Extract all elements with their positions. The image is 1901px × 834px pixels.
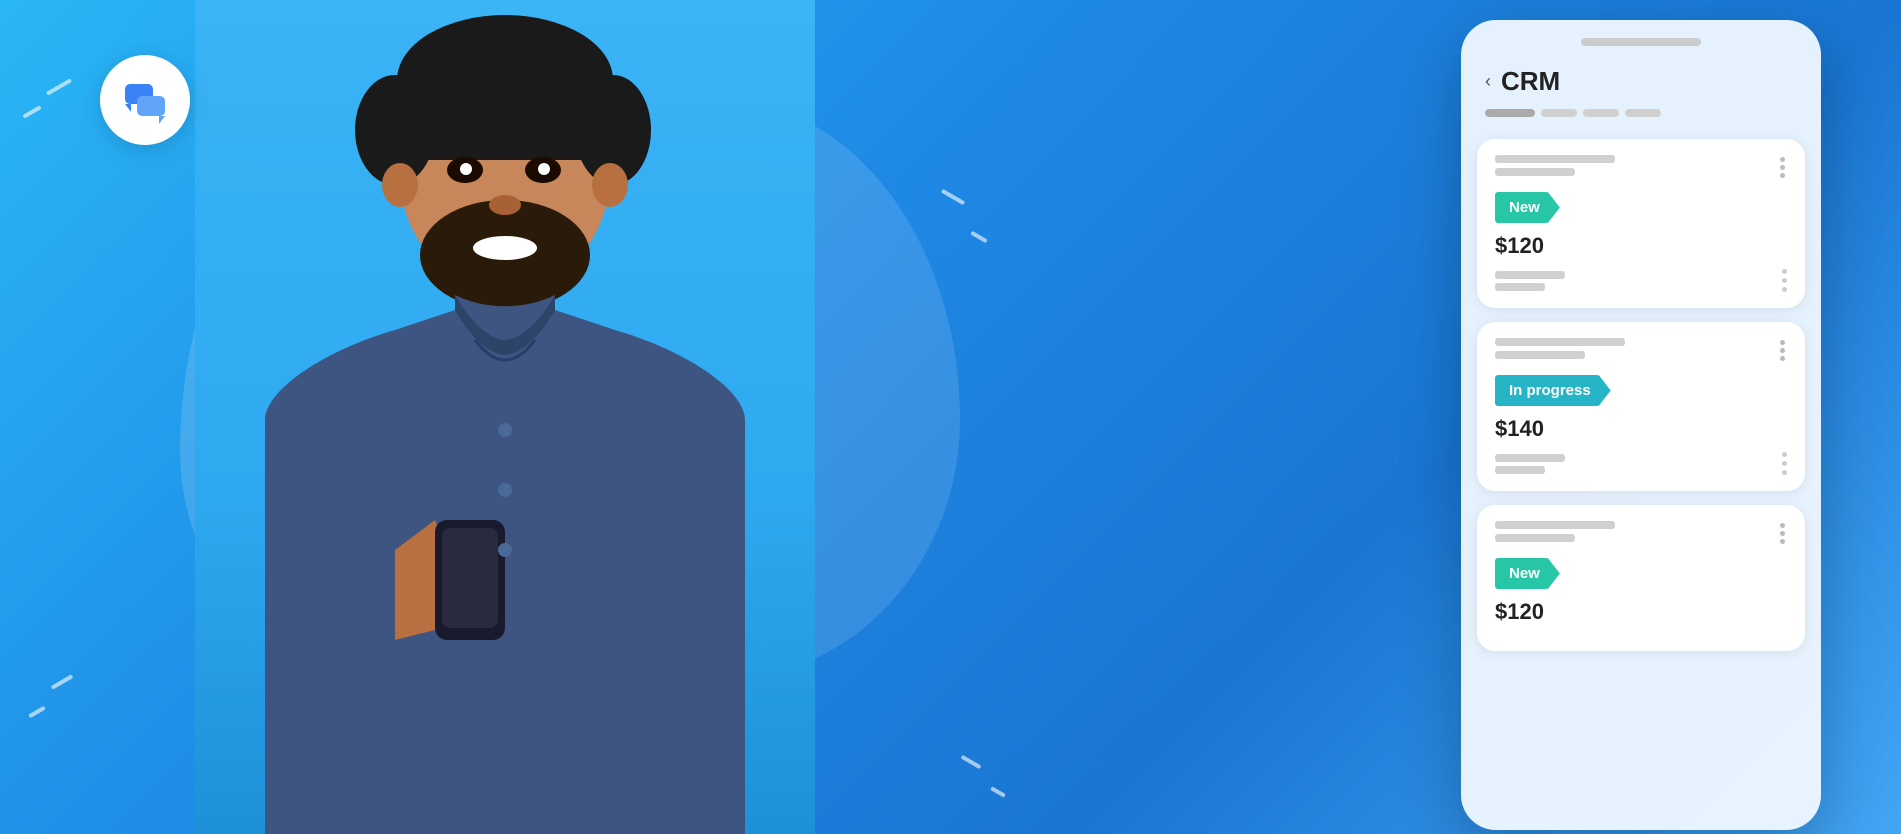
tab-1[interactable] [1485, 109, 1535, 117]
dot [1780, 523, 1785, 528]
card-2-footer-lines [1495, 454, 1565, 474]
person-svg [195, 0, 815, 834]
card-3-title-line2 [1495, 534, 1575, 542]
footer-line-2 [1495, 283, 1545, 291]
person-photo-area [195, 0, 815, 834]
right-dot [1782, 278, 1787, 283]
card-2-price: $140 [1495, 416, 1787, 442]
card-1-status-badge: New [1495, 192, 1560, 223]
phone-content: New $120 [1461, 131, 1821, 830]
decor-dash-7 [960, 755, 981, 769]
card-2-footer [1495, 452, 1787, 475]
dot [1780, 173, 1785, 178]
card-1-footer [1495, 269, 1787, 292]
chat-icon-container [100, 55, 190, 145]
right-dot [1782, 269, 1787, 274]
decor-dash-3 [941, 189, 966, 205]
crm-card-2: In progress $140 [1477, 322, 1805, 491]
right-dot [1782, 287, 1787, 292]
chat-icon [121, 76, 169, 124]
dot [1780, 157, 1785, 162]
card-3-status-badge: New [1495, 558, 1560, 589]
phone-header: ‹ CRM [1461, 46, 1821, 109]
card-1-right-dots [1782, 269, 1787, 292]
dot [1780, 356, 1785, 361]
dot [1780, 340, 1785, 345]
right-dot [1782, 452, 1787, 457]
card-1-title [1495, 155, 1615, 176]
phone-tabs [1461, 109, 1821, 131]
card-1-title-line1 [1495, 155, 1615, 163]
card-1-header [1495, 155, 1787, 180]
card-2-right-dots [1782, 452, 1787, 475]
card-2-header [1495, 338, 1787, 363]
crm-card-3: New $120 [1477, 505, 1805, 651]
dot [1780, 348, 1785, 353]
card-2-title [1495, 338, 1625, 359]
tab-2[interactable] [1541, 109, 1577, 117]
card-2-title-line1 [1495, 338, 1625, 346]
dot [1780, 531, 1785, 536]
tab-3[interactable] [1583, 109, 1619, 117]
back-button[interactable]: ‹ [1485, 71, 1491, 92]
right-dot [1782, 470, 1787, 475]
card-2-title-line2 [1495, 351, 1585, 359]
card-1-menu[interactable] [1778, 155, 1787, 180]
decor-dash-6 [28, 706, 46, 718]
crm-card-1: New $120 [1477, 139, 1805, 308]
card-2-menu[interactable] [1778, 338, 1787, 363]
card-1-title-line2 [1495, 168, 1575, 176]
dot [1780, 165, 1785, 170]
card-3-header [1495, 521, 1787, 546]
footer-line-1 [1495, 271, 1565, 279]
crm-title: CRM [1501, 66, 1560, 97]
card-2-status-badge: In progress [1495, 375, 1611, 406]
card-1-footer-lines [1495, 271, 1565, 291]
card-3-title-line1 [1495, 521, 1615, 529]
card-3-title [1495, 521, 1615, 542]
decor-dash-4 [970, 231, 988, 243]
right-dot [1782, 461, 1787, 466]
phone-mockup: ‹ CRM New $120 [1461, 20, 1821, 830]
card-1-price: $120 [1495, 233, 1787, 259]
decor-dash-2 [22, 105, 41, 118]
decor-dash-5 [51, 674, 74, 689]
tab-4[interactable] [1625, 109, 1661, 117]
card-3-menu[interactable] [1778, 521, 1787, 546]
footer-line-1 [1495, 454, 1565, 462]
decor-dash-8 [990, 786, 1006, 797]
decor-dash-1 [46, 78, 72, 95]
card-3-price: $120 [1495, 599, 1787, 625]
footer-line-2 [1495, 466, 1545, 474]
dot [1780, 539, 1785, 544]
phone-notch [1581, 38, 1701, 46]
